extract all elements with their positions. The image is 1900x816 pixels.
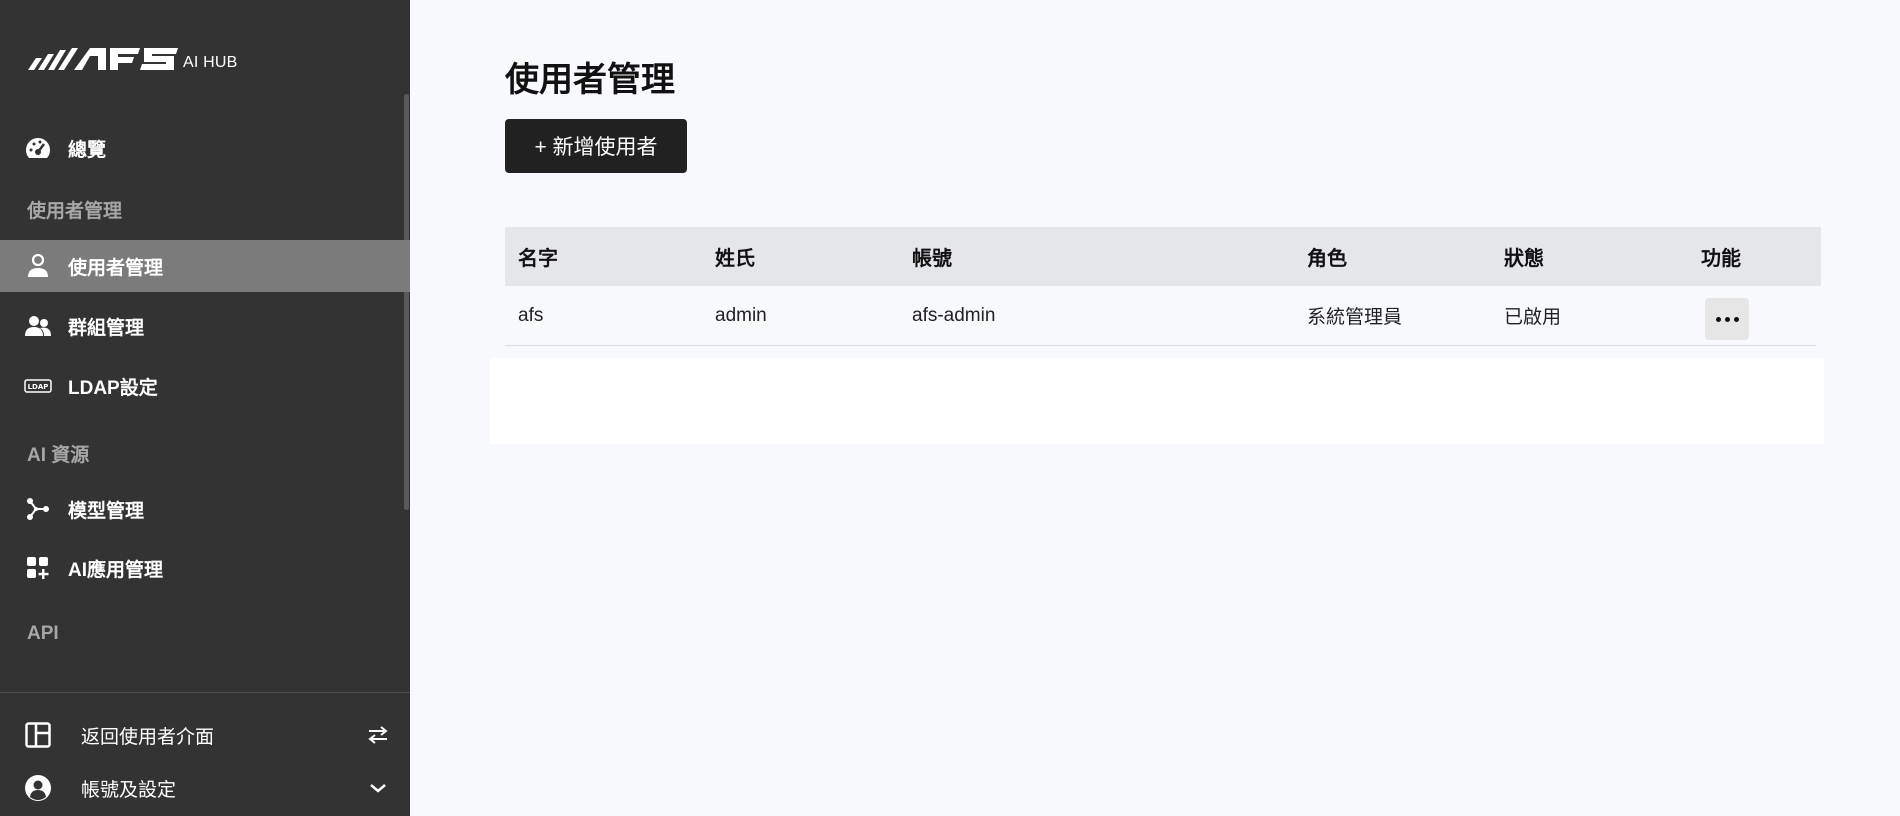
cell-account: afs-admin xyxy=(912,304,996,326)
column-header-first-name: 名字 xyxy=(518,248,558,270)
sidebar: AI HUB 總覽 使用者管理 使用者管理 群組管理 LDAP LDAP設定 A… xyxy=(0,0,410,816)
cell-last-name: admin xyxy=(715,304,767,326)
account-circle-icon xyxy=(24,774,52,802)
gauge-icon xyxy=(24,134,52,162)
svg-text:LDAP: LDAP xyxy=(28,383,49,391)
users-table: 名字 姓氏 帳號 角色 狀態 功能 afs admin afs-admin 系統… xyxy=(505,227,1821,346)
layout-icon xyxy=(24,721,52,749)
cell-role: 系統管理員 xyxy=(1307,307,1403,328)
page-title: 使用者管理 xyxy=(505,61,675,99)
sidebar-item-label: 模型管理 xyxy=(68,500,145,522)
swap-arrows-icon xyxy=(366,723,390,747)
section-ai-resources: AI 資源 xyxy=(27,445,90,466)
sidebar-item-label: LDAP設定 xyxy=(68,377,158,399)
ldap-icon: LDAP xyxy=(24,372,52,400)
column-header-last-name: 姓氏 xyxy=(715,248,755,270)
brand-logo[interactable]: AI HUB xyxy=(28,46,238,72)
sidebar-divider xyxy=(0,692,410,693)
column-header-role: 角色 xyxy=(1307,248,1347,270)
section-api: API xyxy=(27,623,59,644)
section-user-management: 使用者管理 xyxy=(27,201,123,222)
column-header-status: 狀態 xyxy=(1504,248,1544,270)
account-settings-label: 帳號及設定 xyxy=(81,779,177,801)
apps-add-icon xyxy=(24,554,52,582)
sidebar-item-overview[interactable]: 總覽 xyxy=(0,122,410,174)
sidebar-item-model-management[interactable]: 模型管理 xyxy=(0,483,410,535)
sidebar-item-user-management[interactable]: 使用者管理 xyxy=(0,240,410,292)
sidebar-item-label: 使用者管理 xyxy=(68,257,164,279)
account-settings[interactable]: 帳號及設定 xyxy=(0,764,410,812)
back-to-user-interface[interactable]: 返回使用者介面 xyxy=(0,711,410,759)
sidebar-item-group-management[interactable]: 群組管理 xyxy=(0,300,410,352)
sidebar-item-label: 群組管理 xyxy=(68,317,145,339)
table-row: afs admin afs-admin 系統管理員 已啟用 xyxy=(505,286,1816,346)
model-network-icon xyxy=(24,495,52,523)
row-actions-button[interactable] xyxy=(1705,298,1749,340)
sidebar-item-ldap[interactable]: LDAP LDAP設定 xyxy=(0,360,410,412)
user-icon xyxy=(24,252,52,280)
sidebar-item-label: 總覽 xyxy=(68,139,107,161)
chevron-down-icon xyxy=(366,776,390,800)
sidebar-item-label: AI應用管理 xyxy=(68,559,164,581)
table-header: 名字 姓氏 帳號 角色 狀態 功能 xyxy=(505,227,1821,286)
sidebar-item-ai-app-management[interactable]: AI應用管理 xyxy=(0,542,410,594)
brand-sub: AI HUB xyxy=(183,54,238,71)
cell-status: 已啟用 xyxy=(1504,307,1562,328)
group-icon xyxy=(24,312,52,340)
afs-logo-icon xyxy=(28,48,178,70)
column-header-account: 帳號 xyxy=(912,248,952,270)
back-to-user-label: 返回使用者介面 xyxy=(81,726,215,748)
more-dots-icon xyxy=(1715,316,1721,322)
add-user-button[interactable]: + 新增使用者 xyxy=(505,119,687,173)
column-header-actions: 功能 xyxy=(1701,248,1741,270)
cell-first-name: afs xyxy=(518,304,544,326)
empty-panel xyxy=(490,358,1824,444)
